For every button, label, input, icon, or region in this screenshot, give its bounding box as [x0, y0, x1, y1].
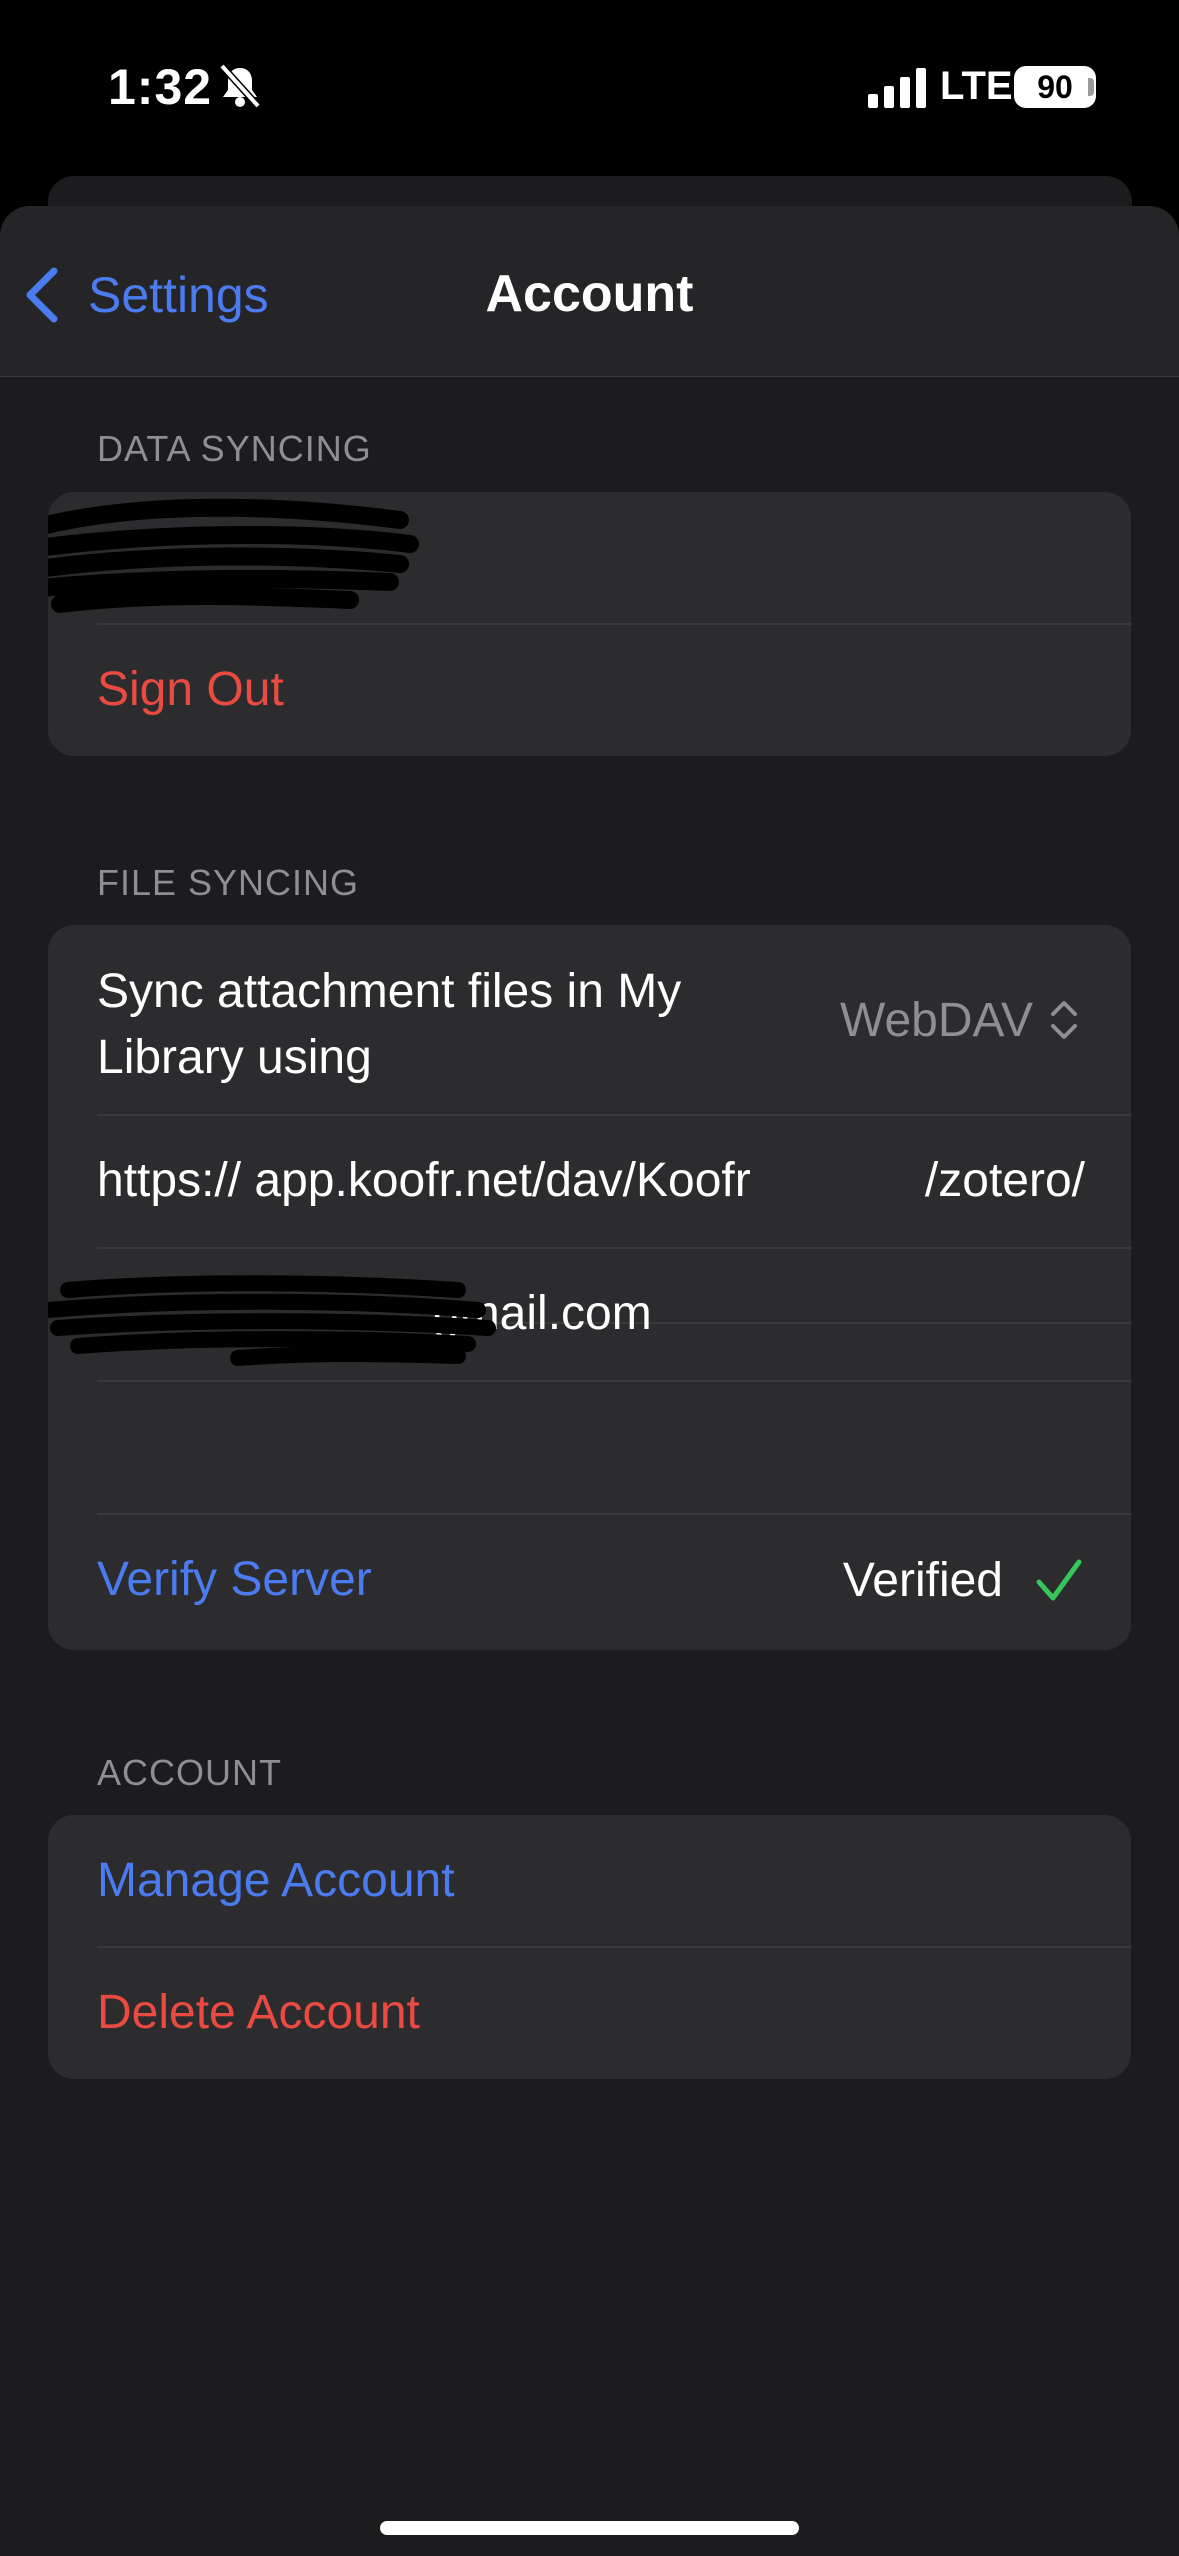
verified-label: Verified: [842, 1553, 1003, 1607]
delete-account-row[interactable]: Delete Account: [48, 1947, 1131, 2079]
signal-icon: [868, 68, 926, 108]
redaction-scribble: [48, 498, 419, 613]
network-type: LTE: [940, 64, 1013, 108]
account-sheet: Settings Account DATA SYNCING Sign Out F…: [0, 206, 1179, 2556]
manage-account-row[interactable]: Manage Account: [48, 1815, 1131, 1947]
page-title: Account: [485, 265, 694, 323]
sync-method-picker[interactable]: WebDAV: [840, 925, 1079, 1115]
battery-tip: [1088, 78, 1094, 96]
file-syncing-group: Sync attachment files in My Library usin…: [48, 925, 1131, 1650]
webdav-url-path: /zotero/: [924, 1154, 1085, 1207]
section-header-data-syncing: DATA SYNCING: [97, 428, 372, 469]
webdav-password-field[interactable]: [48, 1381, 1131, 1513]
data-syncing-group: Sign Out: [48, 492, 1131, 756]
webdav-url-text: https:// app.koofr.net/dav/Koofr: [97, 1154, 751, 1207]
home-indicator[interactable]: [380, 2521, 799, 2535]
account-username-row[interactable]: [48, 492, 1131, 624]
section-header-account: ACCOUNT: [97, 1752, 282, 1793]
sign-out-label: Sign Out: [97, 663, 284, 716]
chevron-up-down-icon: [1051, 1001, 1077, 1039]
sign-out-row[interactable]: Sign Out: [48, 624, 1131, 756]
status-bar: 1:32 LTE 90: [0, 0, 1179, 170]
navigation-bar: Settings Account: [0, 206, 1179, 377]
verify-server-row[interactable]: Verify Server Verified: [48, 1514, 1131, 1646]
sync-method-row[interactable]: Sync attachment files in My Library usin…: [48, 925, 1131, 1115]
webdav-url-field[interactable]: https:// app.koofr.net/dav/Koofr /zotero…: [48, 1115, 1131, 1247]
battery-icon: 90: [1014, 66, 1096, 108]
sync-method-label: Sync attachment files in My Library usin…: [97, 965, 682, 1084]
redaction-scribble: [48, 1275, 496, 1366]
account-group: Manage Account Delete Account: [48, 1815, 1131, 2079]
verified-status: Verified: [843, 1514, 1085, 1646]
delete-account-label: Delete Account: [97, 1986, 420, 2039]
manage-account-label: Manage Account: [97, 1854, 455, 1907]
sync-method-value: WebDAV: [840, 993, 1033, 1047]
webdav-username-field[interactable]: gmail.com: [48, 1248, 1131, 1380]
verify-server-button[interactable]: Verify Server: [97, 1514, 372, 1646]
status-time: 1:32: [108, 59, 213, 115]
checkmark-icon: [1036, 1559, 1082, 1601]
bell-slash-icon: [219, 63, 261, 109]
section-header-file-syncing: FILE SYNCING: [97, 862, 360, 903]
